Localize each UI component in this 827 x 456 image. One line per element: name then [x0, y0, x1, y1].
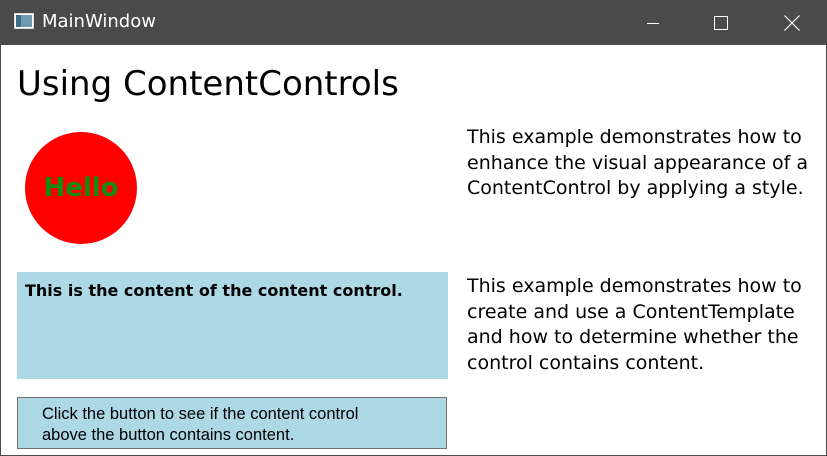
- circle-label: Hello: [43, 173, 119, 203]
- check-content-button-label: Click the button to see if the content c…: [42, 405, 359, 444]
- close-icon: [784, 14, 800, 31]
- styled-content-control: Hello: [25, 132, 137, 244]
- template-description: This example demonstrates how to create …: [467, 275, 802, 374]
- content-control-text: This is the content of the content contr…: [25, 281, 403, 300]
- close-button[interactable]: [769, 0, 815, 45]
- app-window-icon: [14, 13, 34, 29]
- title-bar[interactable]: MainWindow: [1, 0, 827, 45]
- minimize-button[interactable]: [630, 0, 676, 45]
- check-content-button[interactable]: Click the button to see if the content c…: [17, 397, 447, 449]
- window-title: MainWindow: [42, 11, 156, 32]
- style-description: This example demonstrates how to enhance…: [467, 126, 809, 199]
- minimize-icon: [647, 22, 659, 24]
- main-window: MainWindow Using ContentControls Hello T…: [0, 0, 827, 456]
- content-control: This is the content of the content contr…: [17, 272, 448, 379]
- maximize-icon: [714, 15, 728, 30]
- page-heading: Using ContentControls: [17, 64, 399, 104]
- maximize-button[interactable]: [698, 0, 744, 45]
